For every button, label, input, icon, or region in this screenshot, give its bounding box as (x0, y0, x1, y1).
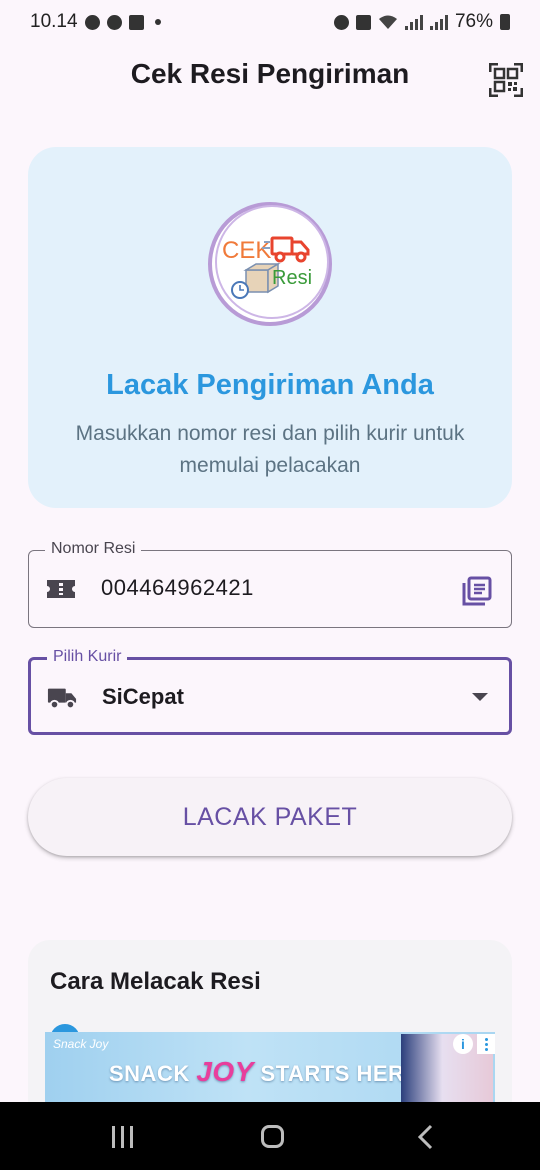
ad-text-starts-here: STARTS HERE (260, 1061, 420, 1086)
wifi-icon (378, 15, 397, 29)
recent-apps-icon[interactable] (110, 1126, 136, 1148)
cek-resi-logo: CEK Resi (208, 202, 332, 326)
ad-banner[interactable]: Snack Joy SNACK JOY STARTS HERE i (45, 1032, 495, 1102)
svg-text:CEK: CEK (222, 237, 271, 264)
notification-icon (84, 14, 100, 30)
dropdown-arrow-icon[interactable] (472, 693, 488, 701)
notification-icon (128, 14, 144, 30)
ad-text-snack: SNACK (109, 1061, 190, 1086)
truck-icon (47, 688, 77, 710)
notification-icon (106, 14, 122, 30)
system-nav-bar (0, 1102, 540, 1170)
alarm-icon (333, 14, 349, 30)
qr-scan-button[interactable] (486, 60, 526, 100)
hero-card: CEK Resi Lacak Pengiriman Anda Masukkan … (28, 147, 512, 508)
ad-brand-logo: Snack Joy (53, 1037, 109, 1051)
svg-text:Resi: Resi (272, 267, 312, 289)
battery-icon (500, 14, 510, 30)
howto-title: Cara Melacak Resi (50, 968, 261, 995)
signal-icon (429, 14, 448, 30)
mute-icon (355, 14, 371, 30)
kurir-dropdown[interactable]: Pilih Kurir SiCepat (28, 648, 512, 735)
more-notifications-icon (154, 19, 161, 25)
battery-percent: 76% (454, 11, 493, 32)
ad-text-joy: JOY (196, 1056, 254, 1087)
signal-icon (404, 14, 423, 30)
status-bar: 10.14 76% (0, 0, 540, 44)
qr-scan-icon (489, 63, 523, 97)
resi-field[interactable]: Nomor Resi (28, 540, 512, 628)
ad-menu-icon[interactable] (477, 1034, 495, 1054)
page-title: Cek Resi Pengiriman (130, 58, 410, 89)
kurir-field-label: Pilih Kurir (47, 648, 128, 666)
ad-headline: SNACK JOY STARTS HERE (109, 1056, 420, 1088)
status-right: 76% (333, 11, 510, 33)
back-icon[interactable] (414, 1124, 436, 1150)
status-left: 10.14 (30, 11, 161, 33)
resi-input[interactable] (101, 575, 441, 601)
hero-subtitle: Masukkan nomor resi dan pilih kurir untu… (75, 422, 465, 477)
status-time: 10.14 (30, 11, 78, 32)
hero-title: Lacak Pengiriman Anda (106, 369, 434, 401)
paste-library-icon (462, 576, 492, 606)
ticket-icon (47, 580, 75, 598)
ad-info-icon[interactable]: i (453, 1034, 473, 1054)
paste-button[interactable] (461, 575, 493, 607)
track-package-button[interactable]: LACAK PAKET (28, 778, 512, 856)
kurir-selected-value: SiCepat (102, 684, 184, 709)
resi-field-label: Nomor Resi (45, 540, 142, 558)
home-icon[interactable] (261, 1125, 284, 1148)
